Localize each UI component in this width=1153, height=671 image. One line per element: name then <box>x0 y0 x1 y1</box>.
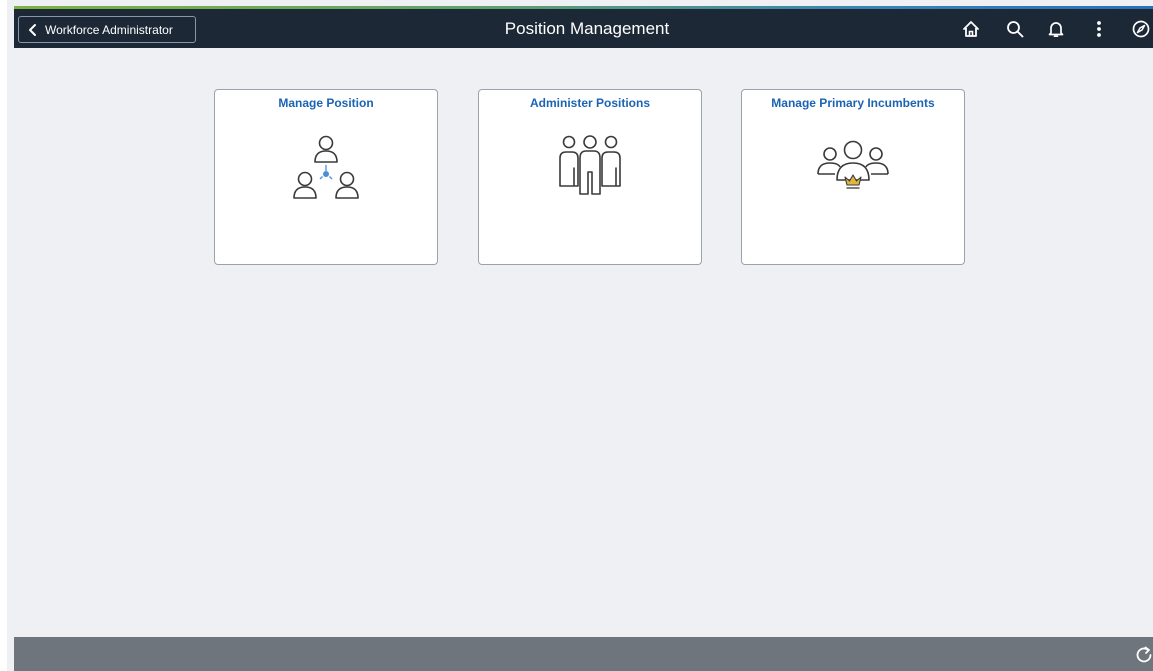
search-icon[interactable] <box>1003 17 1027 41</box>
home-icon[interactable] <box>959 17 983 41</box>
tile-title: Manage Position <box>278 96 374 110</box>
back-button-label: Workforce Administrator <box>45 22 173 37</box>
group-people-icon <box>479 134 701 200</box>
actions-menu-icon[interactable] <box>1087 17 1111 41</box>
app-frame: Workforce Administrator Position Managem… <box>0 0 1153 671</box>
tile-title: Manage Primary Incumbents <box>771 96 935 110</box>
tile-administer-positions[interactable]: Administer Positions <box>478 89 702 265</box>
people-crown-icon <box>742 134 964 200</box>
chevron-left-icon <box>27 23 39 37</box>
banner-header: Workforce Administrator Position Managem… <box>14 9 1153 48</box>
tile-title: Administer Positions <box>529 96 651 110</box>
back-button[interactable]: Workforce Administrator <box>18 16 196 43</box>
tile-manage-position[interactable]: Manage Position <box>214 89 438 265</box>
homepage-content: Manage Position Administer Positions Man… <box>14 48 1153 637</box>
footer-bar <box>14 637 1153 671</box>
navbar-icon[interactable] <box>1129 17 1153 41</box>
notifications-icon[interactable] <box>1044 17 1068 41</box>
tile-manage-primary-incumbents[interactable]: Manage Primary Incumbents <box>741 89 965 265</box>
refresh-icon[interactable] <box>1132 643 1153 667</box>
position-hierarchy-icon <box>215 134 437 204</box>
